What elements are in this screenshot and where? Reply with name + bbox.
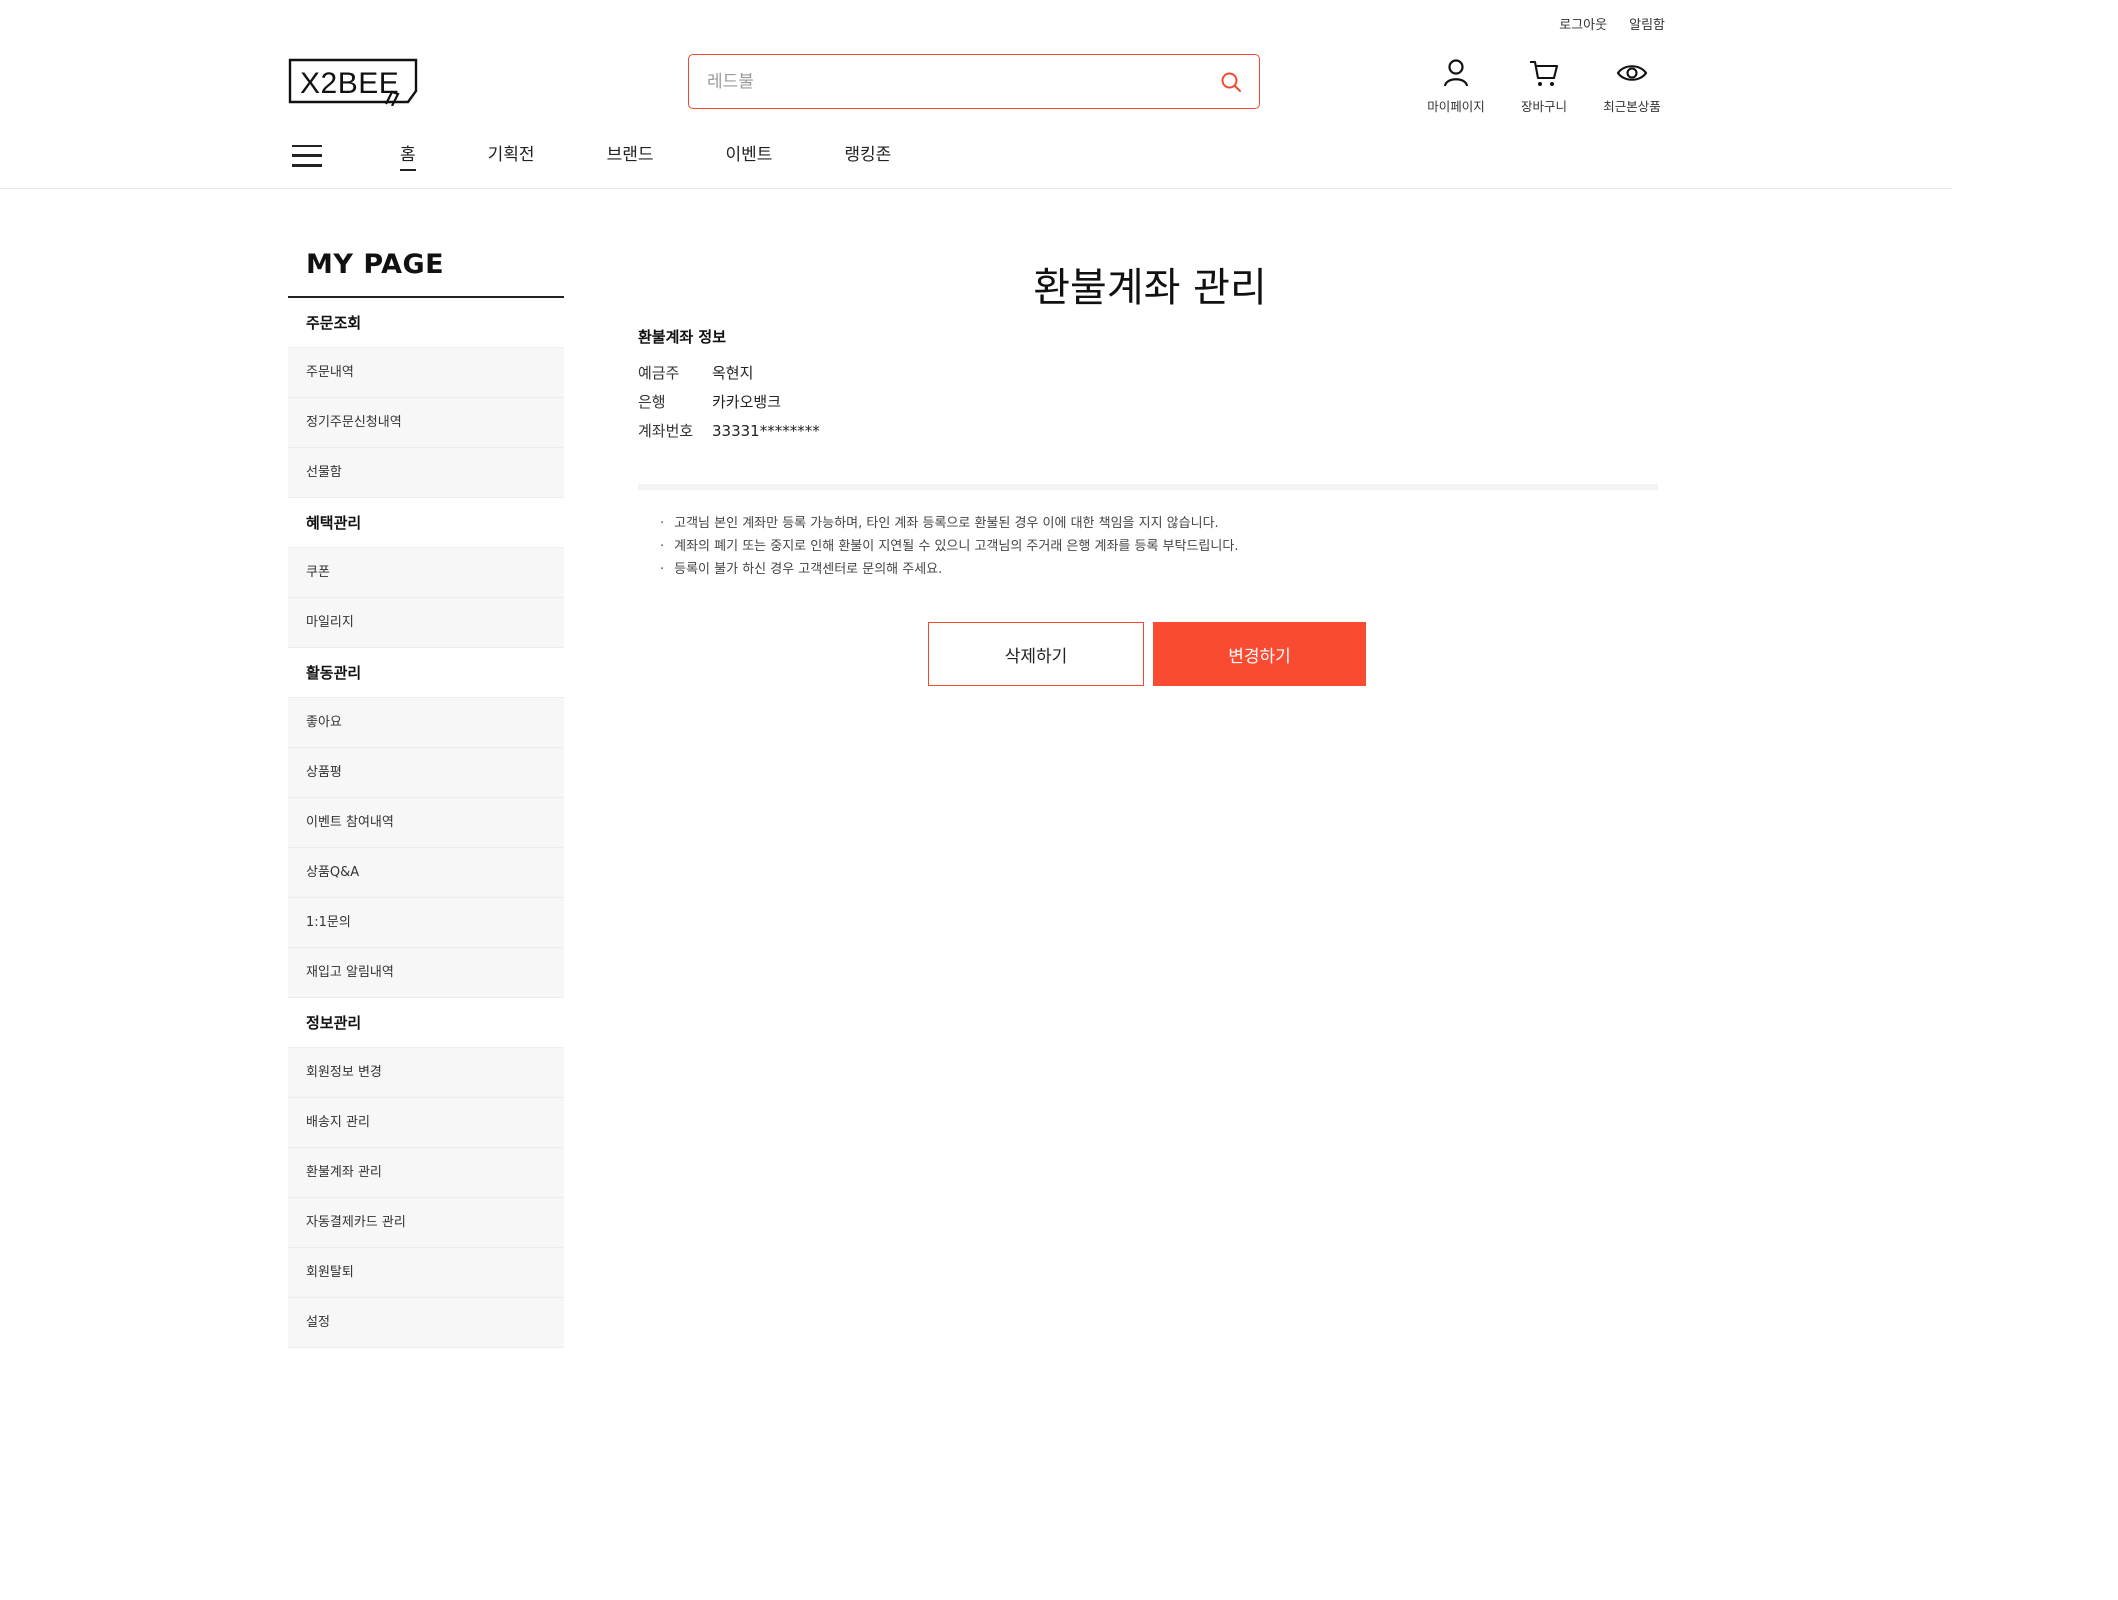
header-divider: [0, 188, 1952, 189]
info-row-bank: 은행 카카오뱅크: [638, 388, 820, 417]
nav-exhibitions[interactable]: 기획전: [488, 140, 535, 171]
bank-value: 카카오뱅크: [712, 393, 782, 411]
sidebar-item-autopay-card[interactable]: 자동결제카드 관리: [288, 1198, 564, 1248]
delete-button[interactable]: 삭제하기: [928, 622, 1144, 686]
sidebar-item-settings[interactable]: 설정: [288, 1298, 564, 1348]
mypage-button[interactable]: 마이페이지: [1425, 56, 1487, 115]
nav-ranking[interactable]: 랭킹존: [844, 140, 891, 171]
sidebar-group-activity: 활동관리: [288, 648, 564, 698]
sidebar-item-likes[interactable]: 좋아요: [288, 698, 564, 748]
sidebar-item-restock-alerts[interactable]: 재입고 알림내역: [288, 948, 564, 998]
info-row-holder: 예금주 옥현지: [638, 359, 820, 388]
mypage-label: 마이페이지: [1427, 99, 1485, 114]
bank-label: 은행: [638, 393, 666, 411]
sidebar-item-member-info[interactable]: 회원정보 변경: [288, 1048, 564, 1098]
search-input[interactable]: [689, 55, 1203, 108]
info-row-account: 계좌번호 33331********: [638, 417, 820, 446]
refund-account-info: 환불계좌 정보 예금주 옥현지 은행 카카오뱅크 계좌번호 33331*****…: [638, 326, 820, 446]
eye-icon: [1616, 65, 1648, 81]
content-divider: [638, 484, 1658, 490]
cart-label: 장바구니: [1520, 99, 1567, 114]
sidebar-item-inquiry[interactable]: 1:1문의: [288, 898, 564, 948]
change-button[interactable]: 변경하기: [1153, 622, 1366, 686]
nav-events[interactable]: 이벤트: [725, 140, 772, 171]
logout-link[interactable]: 로그아웃: [1559, 14, 1607, 33]
user-icon: [1443, 59, 1469, 87]
notice-item: 고객님 본인 계좌만 등록 가능하며, 타인 계좌 등록으로 환불된 경우 이에…: [660, 512, 1238, 535]
mypage-sidebar: MY PAGE 주문조회 주문내역 정기주문신청내역 선물함 혜택관리 쿠폰 마…: [288, 246, 564, 1348]
x2bee-logo[interactable]: X2BEE: [288, 58, 420, 107]
notice-item: 등록이 불가 하신 경우 고객센터로 문의해 주세요.: [660, 558, 1238, 581]
holder-value: 옥현지: [712, 364, 754, 382]
sidebar-title: MY PAGE: [306, 249, 445, 280]
notice-item: 계좌의 폐기 또는 중지로 인해 환불이 지연될 수 있으니 고객님의 주거래 …: [660, 535, 1238, 558]
cart-button[interactable]: 장바구니: [1513, 56, 1575, 115]
sidebar-item-product-qna[interactable]: 상품Q&A: [288, 848, 564, 898]
main-nav: 홈 기획전 브랜드 이벤트 랭킹존: [292, 140, 963, 171]
sidebar-group-benefits: 혜택관리: [288, 498, 564, 548]
sidebar-item-coupons[interactable]: 쿠폰: [288, 548, 564, 598]
header-utils: 마이페이지 장바구니 최근본상품: [1425, 56, 1663, 115]
logo-text: X2BEE: [300, 67, 399, 100]
info-heading: 환불계좌 정보: [638, 328, 727, 346]
notice-list: 고객님 본인 계좌만 등록 가능하며, 타인 계좌 등록으로 환불된 경우 이에…: [660, 512, 1238, 581]
search-bar: [688, 54, 1260, 109]
sidebar-item-refund-account[interactable]: 환불계좌 관리: [288, 1148, 564, 1198]
notifications-link[interactable]: 알림함: [1629, 14, 1665, 33]
sidebar-group-info: 정보관리: [288, 998, 564, 1048]
sidebar-item-shipping-address[interactable]: 배송지 관리: [288, 1098, 564, 1148]
menu-icon[interactable]: [292, 144, 322, 167]
sidebar-item-reviews[interactable]: 상품평: [288, 748, 564, 798]
recent-products-button[interactable]: 최근본상품: [1601, 56, 1663, 115]
sidebar-item-subscription-orders[interactable]: 정기주문신청내역: [288, 398, 564, 448]
sidebar-item-gift-box[interactable]: 선물함: [288, 448, 564, 498]
account-value: 33331********: [712, 422, 820, 440]
sidebar-item-withdraw[interactable]: 회원탈퇴: [288, 1248, 564, 1298]
nav-brands[interactable]: 브랜드: [607, 140, 654, 171]
page-title: 환불계좌 관리: [1033, 264, 1267, 311]
sidebar-item-order-history[interactable]: 주문내역: [288, 348, 564, 398]
search-icon: [1221, 72, 1241, 92]
sidebar-item-mileage[interactable]: 마일리지: [288, 598, 564, 648]
account-label: 계좌번호: [638, 422, 694, 440]
sidebar-item-event-participation[interactable]: 이벤트 참여내역: [288, 798, 564, 848]
cart-icon: [1530, 60, 1559, 86]
holder-label: 예금주: [638, 364, 680, 382]
recent-products-label: 최근본상품: [1603, 99, 1661, 114]
nav-home[interactable]: 홈: [400, 140, 416, 171]
search-button[interactable]: [1203, 55, 1259, 108]
top-links: 로그아웃 알림함: [1559, 14, 1665, 33]
sidebar-group-orders: 주문조회: [288, 298, 564, 348]
